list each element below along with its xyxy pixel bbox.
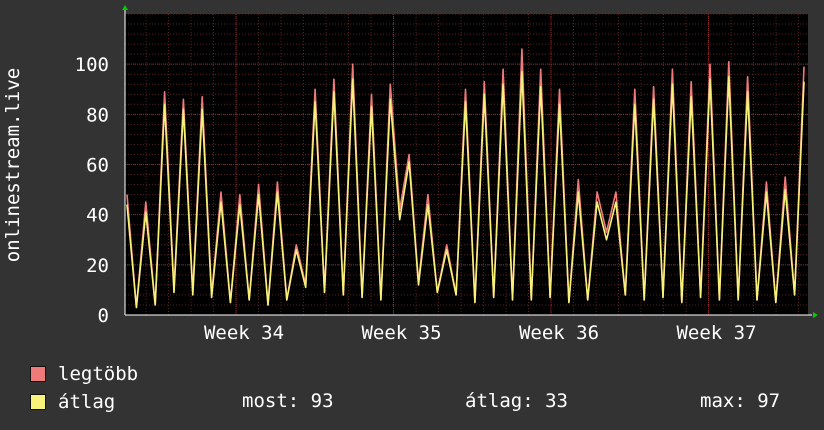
stat-max-value: 97 <box>757 390 781 412</box>
x-axis-arrow <box>813 312 818 318</box>
y-tick-label: 40 <box>86 205 109 227</box>
legend-swatch-max <box>30 366 46 382</box>
stat-max-label: max: <box>700 390 746 412</box>
legend-label-max: legtöbb <box>58 363 139 385</box>
legend-item-max: legtöbb <box>30 362 138 386</box>
x-tick-label: Week 34 <box>204 322 284 344</box>
stat-most-label: most: <box>242 390 300 412</box>
x-tick-label: Week 36 <box>519 322 599 344</box>
stat-most: most: 93 <box>242 390 334 412</box>
y-tick-label: 20 <box>86 255 109 277</box>
y-axis-arrow <box>122 5 128 10</box>
stat-atlag: átlag: 33 <box>465 390 568 412</box>
stat-atlag-value: 33 <box>545 390 568 412</box>
stat-max: max: 97 <box>700 390 780 412</box>
stat-atlag-label: átlag: <box>465 390 534 412</box>
x-tick-label: Week 35 <box>361 322 441 344</box>
y-axis-label-wrap: onlinestream.live <box>0 40 26 290</box>
legend-item-avg: átlag <box>30 390 115 414</box>
legend-label-avg: átlag <box>58 391 116 413</box>
y-tick-label: 0 <box>98 305 109 327</box>
y-tick-label: 60 <box>86 155 109 177</box>
y-axis-label: onlinestream.live <box>2 67 24 263</box>
stat-most-value: 93 <box>310 390 334 412</box>
y-tick-label: 100 <box>75 54 109 76</box>
y-tick-label: 80 <box>86 104 109 126</box>
x-tick-label: Week 37 <box>676 322 756 344</box>
legend-swatch-avg <box>30 394 46 410</box>
